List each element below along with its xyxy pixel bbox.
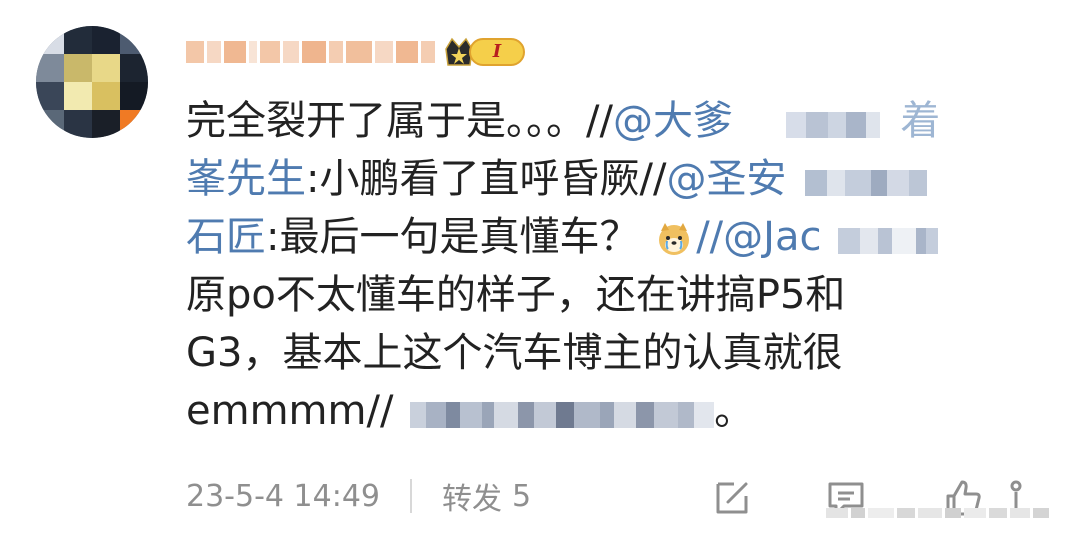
avatar-pixel	[92, 110, 120, 138]
avatar-pixel	[120, 26, 148, 54]
blurred-text	[410, 384, 715, 442]
avatar-pixel	[36, 54, 64, 82]
avatar-pixel	[64, 82, 92, 110]
share-edit-icon[interactable]	[710, 476, 754, 520]
content-line: 完全裂开了属于是。。。//@大爹 着	[186, 92, 1026, 150]
blurred-text	[838, 210, 939, 268]
avatar-pixel	[120, 110, 148, 138]
content-text: 完全裂开了属于是。。。//	[186, 98, 613, 144]
avatar-pixel	[64, 54, 92, 82]
content-line: 峯先生:小鹏看了直呼昏厥//@圣安	[186, 150, 1026, 208]
avatar-pixel	[36, 110, 64, 138]
footer-divider	[410, 479, 412, 513]
content-text: emmmm//	[186, 388, 394, 434]
content-line: G3，基本上这个汽车博主的认真就很	[186, 330, 843, 376]
avatar-pixel	[36, 82, 64, 110]
avatar-pixel	[64, 110, 92, 138]
mention-char[interactable]: 着	[900, 98, 940, 144]
level-badge[interactable]: I	[443, 35, 525, 69]
avatar-pixel	[120, 54, 148, 82]
level-label: I	[469, 38, 525, 66]
content-text: :小鹏看了直呼昏厥//	[306, 156, 667, 202]
content-line: 石匠:最后一句是真懂车？ //@Jac	[186, 208, 1026, 266]
avatar-pixel	[92, 82, 120, 110]
avatar-pixel	[36, 26, 64, 54]
avatar[interactable]	[36, 26, 148, 138]
blurred-watermark	[826, 508, 1049, 518]
doge-cry-emoji	[659, 223, 690, 255]
mention-link[interactable]: 石匠	[186, 214, 266, 260]
repost-count: 5	[512, 478, 532, 514]
blurred-username[interactable]	[186, 41, 435, 63]
mention-link[interactable]: 峯先生	[186, 156, 306, 202]
content-line: emmmm// 。	[186, 382, 1026, 440]
post-content: 完全裂开了属于是。。。//@大爹 着 峯先生:小鹏看了直呼昏厥//@圣安 石匠:…	[186, 92, 1026, 440]
content-line: 原po不太懂车的样子，还在讲搞P5和	[186, 272, 846, 318]
blurred-text	[805, 152, 928, 210]
repost-button[interactable]: 转发 5	[442, 474, 531, 518]
repost-label: 转发	[442, 482, 502, 517]
mention-link[interactable]: @Jac	[723, 214, 821, 260]
avatar-pixel	[120, 82, 148, 110]
mention-link[interactable]: @圣安	[666, 156, 786, 202]
avatar-pixel	[92, 54, 120, 82]
blurred-text	[785, 94, 880, 152]
username-row: I	[186, 32, 525, 72]
avatar-pixel	[64, 26, 92, 54]
timestamp: 23-5-4 14:49	[186, 478, 380, 514]
avatar-pixel	[92, 26, 120, 54]
repost-slashes: //	[696, 214, 724, 260]
content-text: 。	[714, 388, 755, 434]
content-text: :最后一句是真懂车？	[266, 214, 640, 260]
post-footer: 23-5-4 14:49 转发 5	[186, 472, 1049, 520]
mention-link[interactable]: @大爹	[613, 98, 733, 144]
